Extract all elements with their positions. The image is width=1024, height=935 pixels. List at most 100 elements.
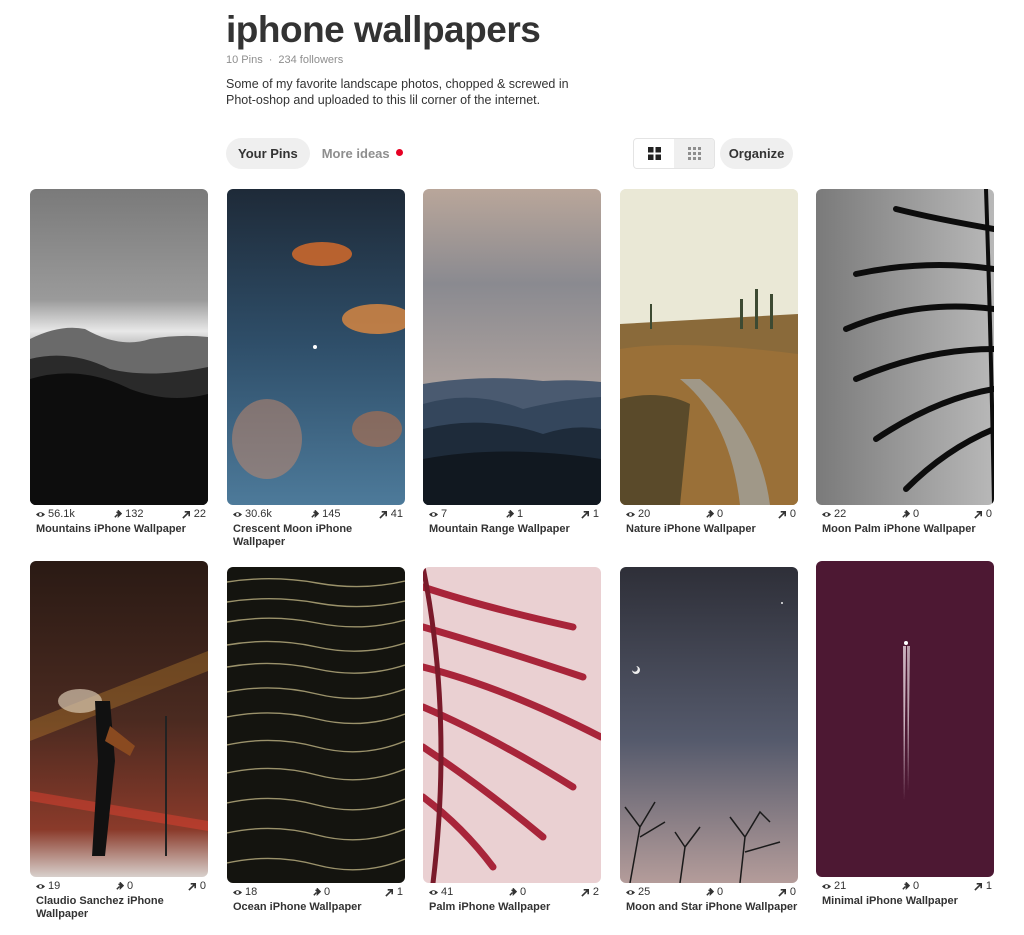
arrow-up-right-icon [188,882,196,891]
followers-count[interactable]: 234 followers [278,54,343,66]
arrow-up-right-icon [581,888,589,897]
arrow-up-right-icon [974,510,982,519]
pin-card: 56.1k 132 22 Mountains iPhone Wallpaper [30,189,208,536]
grid-large-icon [647,147,661,160]
pin-icon [114,509,123,518]
arrow-up-right-icon [385,888,393,897]
views-stat: 18 [233,886,257,898]
board-meta: 10 Pins · 234 followers [226,54,606,66]
views-stat: 21 [822,880,846,892]
saves-stat: 1 [505,508,523,520]
saves-stat: 0 [705,886,723,898]
pin-stats: 25 0 0 [620,886,798,898]
saves-stat: 0 [901,508,919,520]
eye-icon [36,511,45,517]
arrow-up-right-icon [581,510,589,519]
pin-title[interactable]: Nature iPhone Wallpaper [620,523,798,536]
pins-count[interactable]: 10 Pins [226,54,263,66]
clicks-stat: 41 [379,508,403,520]
arrow-up-right-icon [974,882,982,891]
organize-button[interactable]: Organize [720,138,793,169]
pin-title[interactable]: Claudio Sanchez iPhone Wallpaper [30,895,208,921]
eye-icon [233,511,242,517]
pin-stats: 7 1 1 [423,508,601,520]
pin-image-palm[interactable] [423,567,601,883]
saves-stat: 132 [113,508,144,520]
saves-stat: 0 [508,886,526,898]
pin-title[interactable]: Minimal iPhone Wallpaper [816,895,994,908]
pin-title[interactable]: Crescent Moon iPhone Wallpaper [227,523,405,549]
clicks-stat: 1 [385,886,403,898]
pin-image-mountains[interactable] [30,189,208,505]
views-stat: 30.6k [233,508,272,520]
pin-stats: 21 0 1 [816,880,994,892]
saves-stat: 0 [705,508,723,520]
clicks-stat: 1 [974,880,992,892]
pin-icon [706,887,714,896]
pin-card: 30.6k 145 41 Crescent Moon iPhone Wallpa… [227,189,405,549]
clicks-stat: 0 [778,508,796,520]
pin-title[interactable]: Moon Palm iPhone Wallpaper [816,523,994,536]
pin-stats: 22 0 0 [816,508,994,520]
pin-card: 41 0 2 Palm iPhone Wallpaper [423,567,601,914]
tab-your-pins[interactable]: Your Pins [226,138,310,169]
clicks-stat: 0 [188,880,206,892]
pin-image-mountain-range[interactable] [423,189,601,505]
pin-image-minimal[interactable] [816,561,994,877]
pin-title[interactable]: Mountains iPhone Wallpaper [30,523,208,536]
pin-image-claudio-sanchez[interactable] [30,561,208,877]
pin-icon [506,509,514,518]
saves-stat: 0 [312,886,330,898]
pin-image-nature[interactable] [620,189,798,505]
grid-large-button[interactable] [634,139,674,168]
views-stat: 20 [626,508,650,520]
clicks-stat: 0 [974,508,992,520]
views-stat: 22 [822,508,846,520]
views-stat: 41 [429,886,453,898]
eye-icon [429,889,438,895]
eye-icon [233,889,242,895]
pin-card: 20 0 0 Nature iPhone Wallpaper [620,189,798,536]
tab-more-ideas[interactable]: More ideas [310,138,415,169]
pin-card: 19 0 0 Claudio Sanchez iPhone Wallpaper [30,561,208,921]
eye-icon [626,511,635,517]
view-toggle [633,138,715,169]
eye-icon [822,883,831,889]
pin-icon [311,509,320,518]
pin-card: 18 0 1 Ocean iPhone Wallpaper [227,567,405,914]
pin-title[interactable]: Moon and Star iPhone Wallpaper [620,901,798,914]
board-tabs: Your Pins More ideas [226,138,415,169]
pin-title[interactable]: Ocean iPhone Wallpaper [227,901,405,914]
pin-card: 7 1 1 Mountain Range Wallpaper [423,189,601,536]
separator-dot: · [268,54,273,66]
pin-image-moon-and-star[interactable] [620,567,798,883]
pin-icon [902,509,910,518]
grid-small-button[interactable] [674,139,714,168]
pin-stats: 20 0 0 [620,508,798,520]
pin-icon [902,881,910,890]
pin-icon [509,887,517,896]
pin-stats: 19 0 0 [30,880,208,892]
clicks-stat: 22 [182,508,206,520]
eye-icon [36,883,45,889]
saves-stat: 0 [901,880,919,892]
pin-icon [706,509,714,518]
pin-image-crescent-moon[interactable] [227,189,405,505]
arrow-up-right-icon [778,888,786,897]
pin-title[interactable]: Mountain Range Wallpaper [423,523,601,536]
board-header: iphone wallpapers 10 Pins · 234 followers … [226,8,606,108]
clicks-stat: 2 [581,886,599,898]
pin-card: 22 0 0 Moon Palm iPhone Wallpaper [816,189,994,536]
eye-icon [822,511,831,517]
pin-image-ocean[interactable] [227,567,405,883]
views-stat: 56.1k [36,508,75,520]
pin-stats: 30.6k 145 41 [227,508,405,520]
pin-title[interactable]: Palm iPhone Wallpaper [423,901,601,914]
clicks-stat: 0 [778,886,796,898]
arrow-up-right-icon [778,510,786,519]
views-stat: 19 [36,880,60,892]
pin-icon [116,881,124,890]
pin-stats: 18 0 1 [227,886,405,898]
saves-stat: 145 [310,508,341,520]
pin-image-moon-palm[interactable] [816,189,994,505]
